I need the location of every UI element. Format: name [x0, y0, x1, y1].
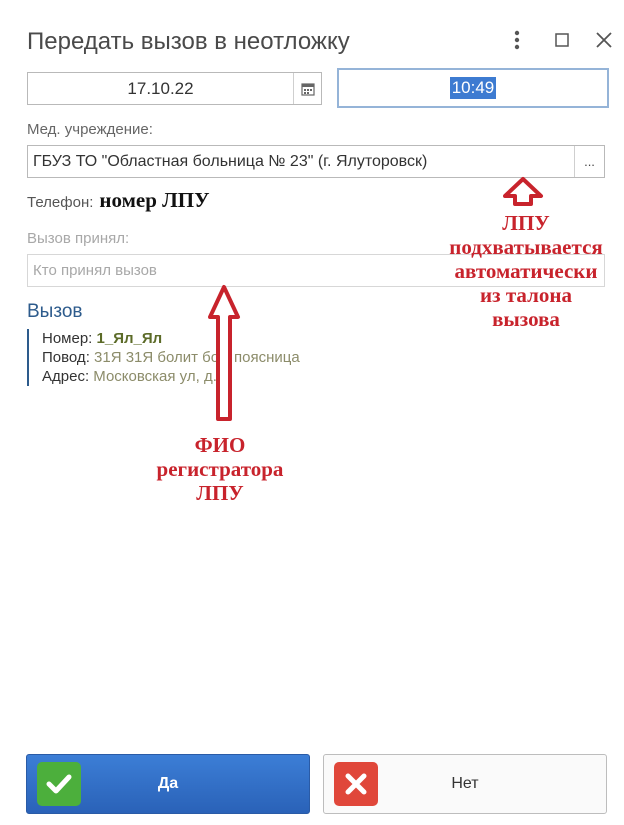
registrar-annotation: ФИО регистратора ЛПУ — [115, 433, 325, 505]
lpu-annotation: ЛПУ подхватывается автоматически из тало… — [428, 211, 624, 331]
window-title: Передать вызов в неотложку — [27, 28, 350, 55]
time-field[interactable]: 10:49 — [337, 68, 609, 108]
yes-button-label: Да — [157, 775, 179, 792]
lpu-field[interactable]: ГБУЗ ТО "Областная больница № 23" (г. Ял… — [27, 145, 605, 178]
close-icon[interactable] — [594, 28, 614, 58]
lpu-value: ГБУЗ ТО "Областная больница № 23" (г. Ял… — [33, 152, 428, 170]
phone-note: номер ЛПУ — [99, 188, 210, 212]
call-address-row: Адрес: Московская ул, д. 5 — [42, 367, 300, 386]
date-value: 17.10.22 — [127, 78, 194, 98]
no-button[interactable]: Нет — [323, 754, 607, 814]
date-field[interactable]: 17.10.22 — [27, 72, 322, 105]
lpu-annotation-line: автоматически — [454, 259, 598, 283]
up-arrow-icon — [208, 285, 240, 421]
accepted-placeholder: Кто принял вызов — [33, 262, 157, 279]
lpu-annotation-line: ЛПУ — [502, 211, 550, 235]
lpu-annotation-line: вызова — [492, 307, 560, 331]
no-button-label: Нет — [451, 775, 479, 792]
lpu-select-button[interactable]: ... — [574, 146, 604, 177]
yes-button[interactable]: Да — [26, 754, 310, 814]
lpu-annotation-line: подхватывается — [449, 235, 603, 259]
time-value: 10:49 — [449, 77, 497, 99]
calendar-icon[interactable] — [293, 73, 321, 104]
call-number-value: 1_Ял_Ял — [96, 330, 163, 347]
phone-label: Телефон: — [27, 194, 94, 211]
call-number-label: Номер: — [42, 330, 93, 347]
accepted-label: Вызов принял: — [27, 230, 130, 247]
registrar-annotation-line: регистратора — [156, 457, 284, 481]
maximize-icon[interactable] — [553, 28, 571, 58]
up-arrow-icon — [503, 177, 543, 206]
call-address-label: Адрес: — [42, 368, 90, 385]
call-reason-label: Повод: — [42, 349, 90, 366]
lpu-annotation-line: из талона — [480, 283, 572, 307]
call-section-title: Вызов — [27, 301, 83, 322]
call-number-row: Номер: 1_Ял_Ял — [42, 329, 300, 348]
call-details: Номер: 1_Ял_Ял Повод: 31Я 31Я болит бок,… — [27, 329, 300, 386]
cross-icon — [334, 762, 378, 806]
call-reason-value: 31Я 31Я болит бок, поясница — [94, 349, 300, 366]
registrar-annotation-line: ФИО — [194, 433, 246, 457]
lpu-label: Мед. учреждение: — [27, 121, 153, 138]
registrar-annotation-line: ЛПУ — [196, 481, 244, 505]
checkmark-icon — [37, 762, 81, 806]
call-reason-row: Повод: 31Я 31Я болит бок, поясница — [42, 348, 300, 367]
kebab-menu-icon[interactable] — [510, 28, 524, 58]
